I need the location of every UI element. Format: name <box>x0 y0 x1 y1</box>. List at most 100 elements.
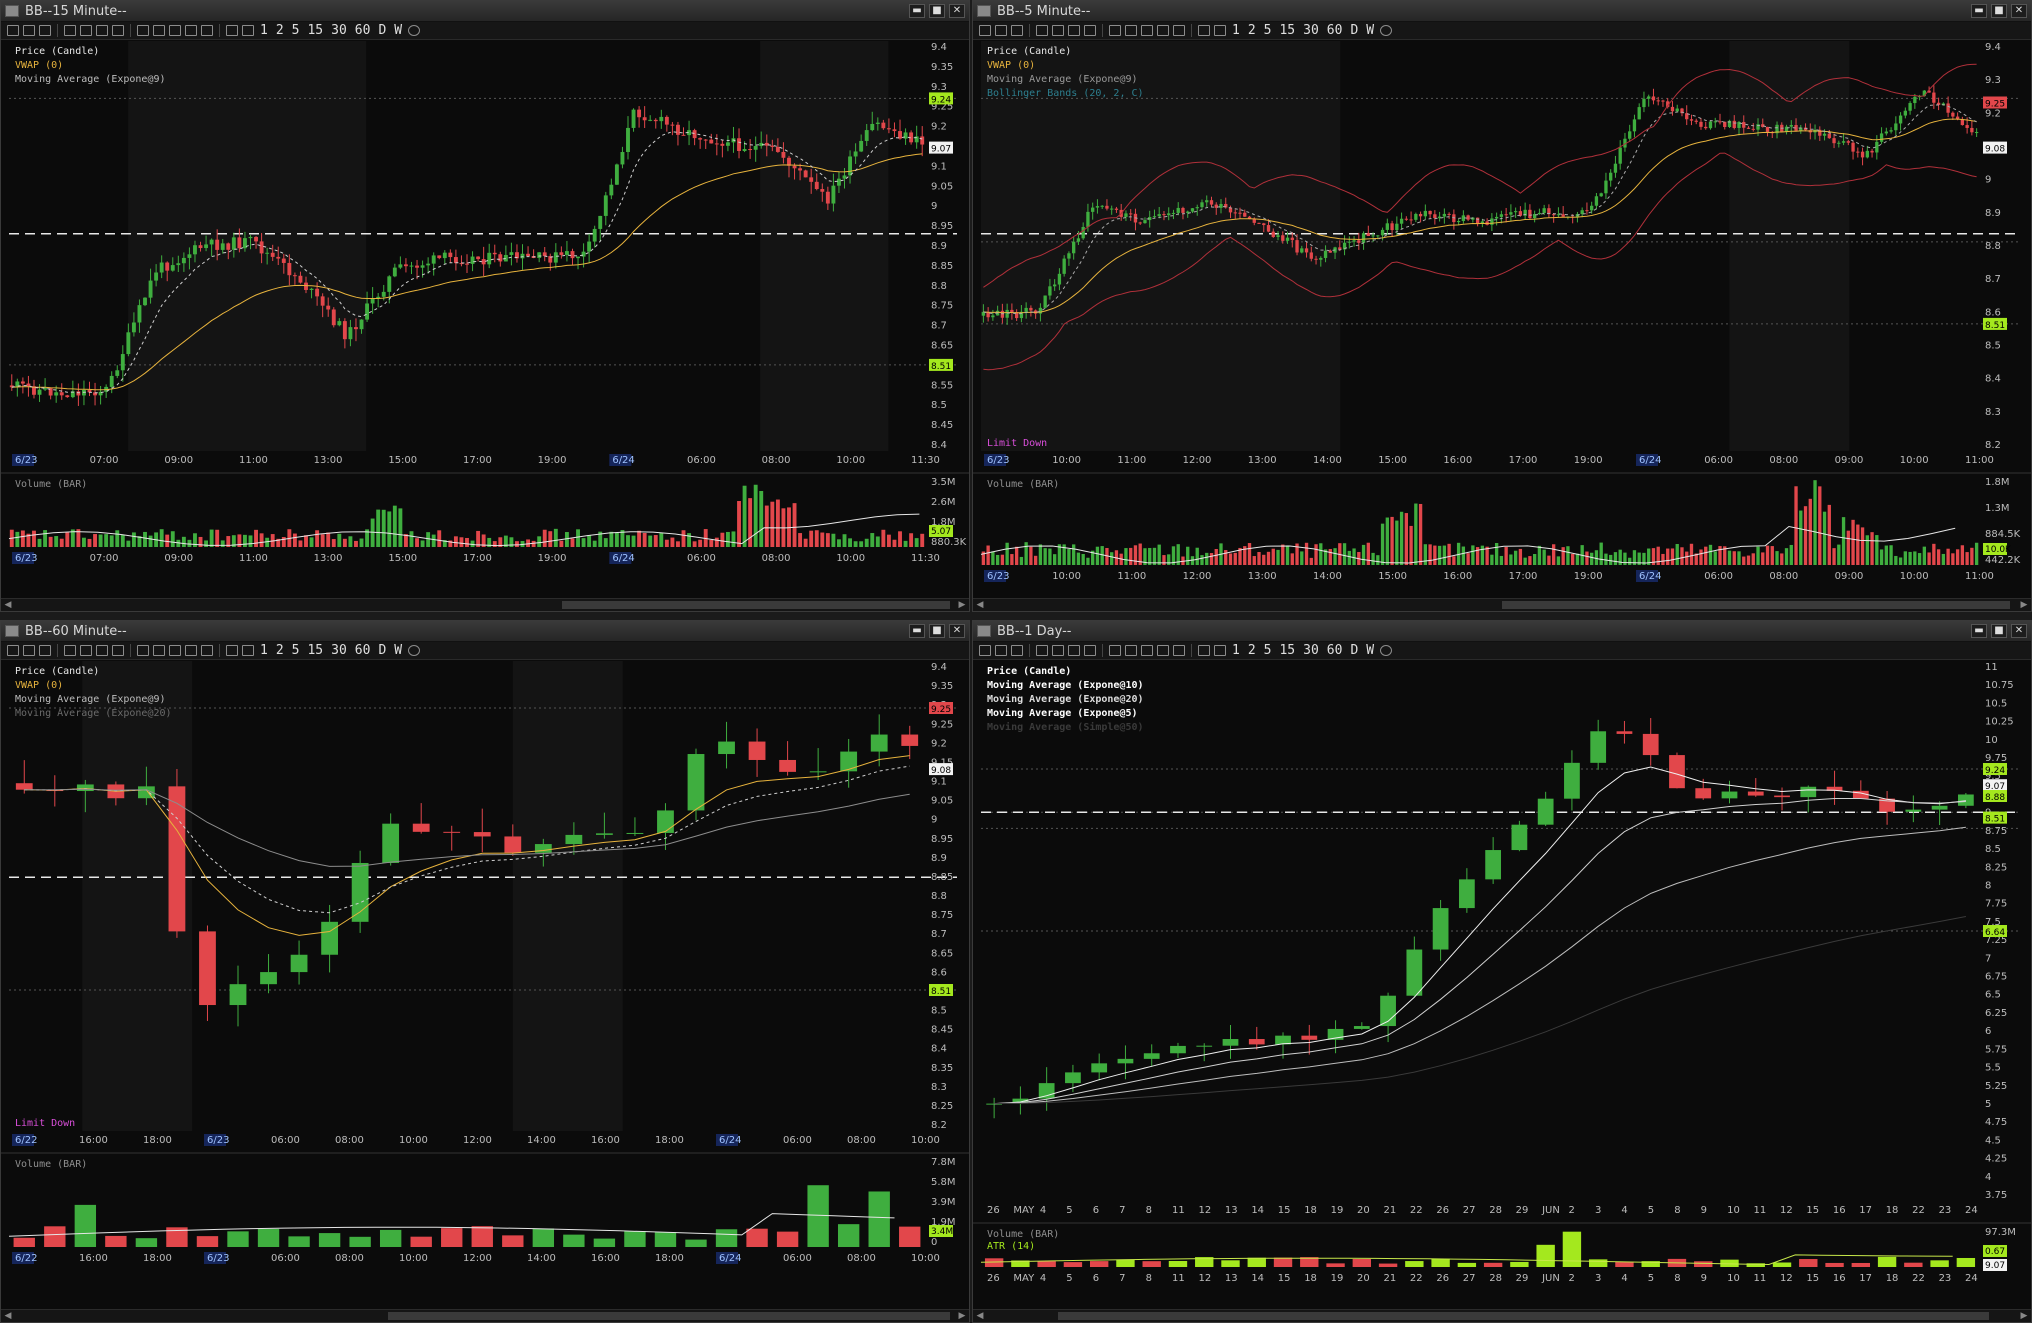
scroll-left-icon[interactable]: ◀ <box>975 599 985 611</box>
interval-button-W[interactable]: W <box>1364 23 1376 38</box>
interval-button-1[interactable]: 1 <box>1230 23 1242 38</box>
interval-button-D[interactable]: D <box>376 23 388 38</box>
interval-button-30[interactable]: 30 <box>329 23 349 38</box>
chart-canvas[interactable]: 1110.7510.510.25109.759.59.2598.758.58.2… <box>973 661 2031 1322</box>
interval-button-2[interactable]: 2 <box>1246 23 1258 38</box>
zoom-icon[interactable] <box>995 645 1007 656</box>
zoom-icon[interactable] <box>23 25 35 36</box>
layout-icon[interactable] <box>1052 645 1064 656</box>
compare-icon[interactable] <box>112 25 124 36</box>
settings-icon[interactable] <box>408 25 421 36</box>
minimize-button[interactable]: ▬ <box>1971 4 1987 18</box>
window-titlebar[interactable]: BB--60 Minute-- ▬ ■ ✕ <box>1 621 969 642</box>
interval-button-30[interactable]: 30 <box>1301 23 1321 38</box>
zoom-icon[interactable] <box>995 25 1007 36</box>
clock-icon[interactable] <box>226 25 238 36</box>
draw-icon[interactable] <box>39 25 51 36</box>
chevron-down-icon[interactable] <box>1214 645 1226 656</box>
layout-icon[interactable] <box>80 25 92 36</box>
legend-item[interactable]: VWAP (0) <box>15 59 166 73</box>
pause-icon[interactable] <box>64 645 76 656</box>
pause-icon[interactable] <box>64 25 76 36</box>
hand-icon[interactable] <box>1125 645 1137 656</box>
scrollbar-thumb[interactable] <box>1502 601 2010 609</box>
layout2-icon[interactable] <box>96 25 108 36</box>
pointer-icon[interactable] <box>137 25 149 36</box>
clock-icon[interactable] <box>1198 25 1210 36</box>
draw-icon[interactable] <box>1011 25 1023 36</box>
draw-icon[interactable] <box>1011 645 1023 656</box>
window-titlebar[interactable]: BB--5 Minute-- ▬ ■ ✕ <box>973 1 2031 22</box>
close-button[interactable]: ✕ <box>2011 624 2027 638</box>
interval-button-60[interactable]: 60 <box>1325 643 1345 658</box>
interval-button-30[interactable]: 30 <box>329 643 349 658</box>
maximize-button[interactable]: ■ <box>929 624 945 638</box>
legend-item[interactable]: Bollinger Bands (20, 2, C) <box>987 87 1144 101</box>
scroll-right-icon[interactable]: ▶ <box>957 599 967 611</box>
compare-icon[interactable] <box>1084 25 1096 36</box>
interval-button-D[interactable]: D <box>1348 23 1360 38</box>
legend-item[interactable]: Price (Candle) <box>987 665 1144 679</box>
compare-icon[interactable] <box>112 645 124 656</box>
interval-button-D[interactable]: D <box>1348 643 1360 658</box>
legend-item[interactable]: VWAP (0) <box>15 679 172 693</box>
horizontal-scrollbar[interactable]: ◀ ▶ <box>973 598 2031 611</box>
layout2-icon[interactable] <box>1068 25 1080 36</box>
interval-button-15[interactable]: 15 <box>1277 23 1297 38</box>
pointer-icon[interactable] <box>137 645 149 656</box>
scroll-right-icon[interactable]: ▶ <box>2019 599 2029 611</box>
cursor-icon[interactable] <box>979 645 991 656</box>
crosshair-icon[interactable] <box>169 645 181 656</box>
horizontal-scrollbar[interactable]: ◀ ▶ <box>973 1309 2031 1322</box>
legend-item[interactable]: Price (Candle) <box>15 665 172 679</box>
scroll-right-icon[interactable]: ▶ <box>957 1310 967 1322</box>
chevron-down-icon[interactable] <box>242 645 254 656</box>
close-button[interactable]: ✕ <box>949 4 965 18</box>
close-button[interactable]: ✕ <box>949 624 965 638</box>
hand-icon[interactable] <box>1125 25 1137 36</box>
minimize-button[interactable]: ▬ <box>909 624 925 638</box>
scrollbar-thumb[interactable] <box>1057 1312 1989 1320</box>
chart-canvas[interactable]: 9.49.39.29.198.98.88.78.68.58.48.38.29.2… <box>973 41 2031 611</box>
interval-button-60[interactable]: 60 <box>1325 23 1345 38</box>
interval-button-1[interactable]: 1 <box>258 643 270 658</box>
draw-icon[interactable] <box>39 645 51 656</box>
legend-item[interactable]: Moving Average (Expone@20) <box>15 707 172 721</box>
horizontal-scrollbar[interactable]: ◀ ▶ <box>1 598 969 611</box>
maximize-button[interactable]: ■ <box>1991 4 2007 18</box>
interval-button-60[interactable]: 60 <box>353 23 373 38</box>
minimize-button[interactable]: ▬ <box>909 4 925 18</box>
interval-button-15[interactable]: 15 <box>305 643 325 658</box>
pointer-icon[interactable] <box>1109 645 1121 656</box>
zoom-icon[interactable] <box>23 645 35 656</box>
interval-button-5[interactable]: 5 <box>290 23 302 38</box>
pause-icon[interactable] <box>1036 25 1048 36</box>
legend-item[interactable]: Price (Candle) <box>987 45 1144 59</box>
cursor-icon[interactable] <box>979 25 991 36</box>
chart-canvas[interactable]: 9.49.359.39.259.29.159.19.0598.958.98.85… <box>1 661 969 1322</box>
layout-icon[interactable] <box>80 645 92 656</box>
horizontal-scrollbar[interactable]: ◀ ▶ <box>1 1309 969 1322</box>
settings-icon[interactable] <box>1380 645 1393 656</box>
layout2-icon[interactable] <box>96 645 108 656</box>
maximize-button[interactable]: ■ <box>1991 624 2007 638</box>
settings-icon[interactable] <box>1380 25 1393 36</box>
interval-button-5[interactable]: 5 <box>290 643 302 658</box>
chevron-down-icon[interactable] <box>201 25 213 36</box>
clock-icon[interactable] <box>226 645 238 656</box>
layout2-icon[interactable] <box>1068 645 1080 656</box>
scroll-left-icon[interactable]: ◀ <box>3 599 13 611</box>
close-button[interactable]: ✕ <box>2011 4 2027 18</box>
chevron-down-icon[interactable] <box>1214 25 1226 36</box>
pencil-icon[interactable] <box>185 25 197 36</box>
window-titlebar[interactable]: BB--1 Day-- ▬ ■ ✕ <box>973 621 2031 642</box>
legend-item[interactable]: Moving Average (Expone@20) <box>987 693 1144 707</box>
interval-button-2[interactable]: 2 <box>274 23 286 38</box>
scroll-left-icon[interactable]: ◀ <box>3 1310 13 1322</box>
interval-button-W[interactable]: W <box>392 643 404 658</box>
layout-icon[interactable] <box>1052 25 1064 36</box>
interval-button-D[interactable]: D <box>376 643 388 658</box>
pointer-icon[interactable] <box>1109 25 1121 36</box>
interval-button-15[interactable]: 15 <box>305 23 325 38</box>
interval-button-1[interactable]: 1 <box>1230 643 1242 658</box>
